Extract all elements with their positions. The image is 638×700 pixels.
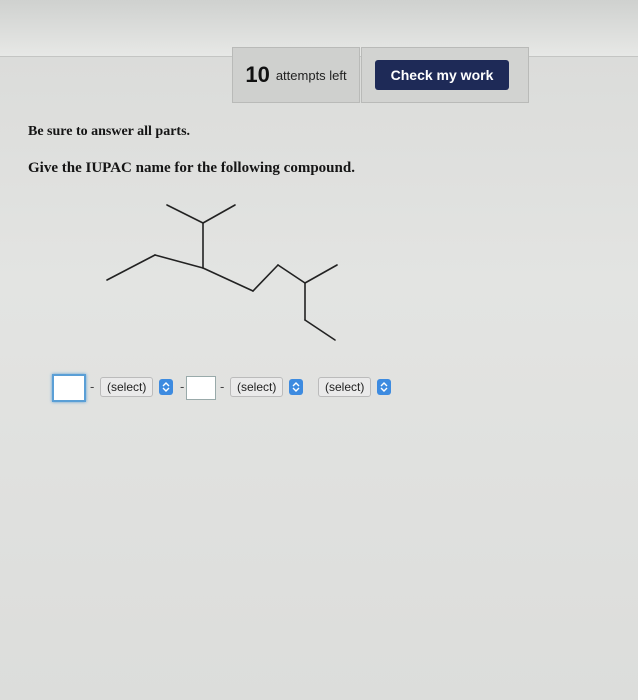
locant-input-2[interactable]: [186, 376, 216, 400]
instruction-text: Be sure to answer all parts.: [28, 124, 191, 139]
bond: [304, 264, 338, 284]
bond: [252, 264, 279, 292]
stepper-icon[interactable]: [289, 379, 304, 395]
bond: [277, 264, 306, 284]
attempts-count: 10: [245, 62, 270, 87]
parent-chain-select[interactable]: (select): [318, 376, 392, 398]
skeletal-structure-diagram: [106, 204, 338, 341]
select-value: (select): [318, 377, 372, 397]
attempts-counter: 10 attempts left: [232, 47, 360, 103]
dash: -: [90, 379, 95, 394]
bond: [106, 254, 156, 281]
bond: [202, 267, 254, 292]
stepper-icon[interactable]: [377, 379, 392, 395]
bond: [304, 319, 336, 341]
prefix-select-1[interactable]: (select): [100, 376, 174, 398]
bond: [166, 204, 204, 224]
dash: -: [220, 379, 225, 394]
question-text: Give the IUPAC name for the following co…: [28, 160, 355, 176]
answer-row: - (select) - - (select) (select): [0, 370, 638, 406]
select-value: (select): [230, 377, 284, 397]
bond: [154, 254, 204, 269]
check-my-work-button[interactable]: Check my work: [375, 60, 509, 90]
dash: -: [180, 379, 185, 394]
prefix-select-2[interactable]: (select): [230, 376, 304, 398]
select-value: (select): [100, 377, 154, 397]
locant-input-1[interactable]: [52, 374, 86, 402]
attempts-label: attempts left: [275, 67, 347, 83]
stepper-icon[interactable]: [159, 379, 174, 395]
bond: [202, 204, 236, 224]
